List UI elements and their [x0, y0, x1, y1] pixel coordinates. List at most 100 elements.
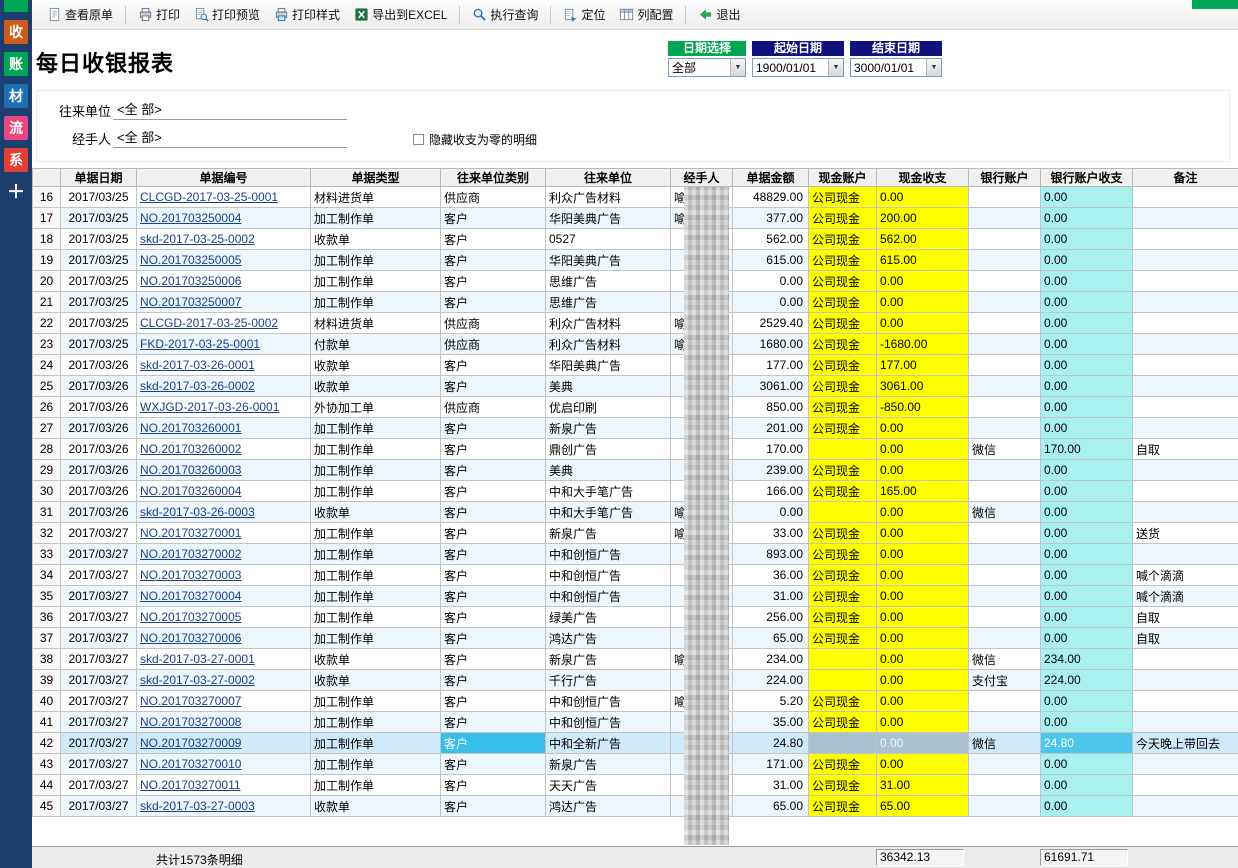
- table-row[interactable]: 162017/03/25CLCGD-2017-03-25-0001材料进货单供应…: [33, 187, 1238, 208]
- doc-no-link[interactable]: NO.201703270001: [140, 526, 241, 540]
- cell-cash-flow[interactable]: 562.00: [877, 229, 969, 250]
- cell-amount[interactable]: 850.00: [733, 397, 809, 418]
- cell-partner[interactable]: 优启印刷: [546, 397, 671, 418]
- cell-note[interactable]: [1133, 208, 1238, 229]
- cell-bank-flow[interactable]: 24.80: [1041, 733, 1133, 754]
- column-header-4[interactable]: 往来单位类别: [441, 169, 546, 187]
- cell-amount[interactable]: 35.00: [733, 712, 809, 733]
- cell-doc-date[interactable]: 2017/03/25: [61, 271, 137, 292]
- cell-row-number[interactable]: 17: [33, 208, 61, 229]
- cell-cash-flow[interactable]: 0.00: [877, 691, 969, 712]
- cell-partner-type[interactable]: 供应商: [441, 313, 546, 334]
- chevron-down-icon[interactable]: ▼: [926, 59, 941, 76]
- cell-doc-date[interactable]: 2017/03/26: [61, 460, 137, 481]
- cell-doc-date[interactable]: 2017/03/25: [61, 187, 137, 208]
- cell-bank-flow[interactable]: 0.00: [1041, 397, 1133, 418]
- cell-row-number[interactable]: 18: [33, 229, 61, 250]
- cell-doc-type[interactable]: 加工制作单: [311, 712, 441, 733]
- cell-doc-no[interactable]: NO.201703270010: [137, 754, 311, 775]
- cell-doc-type[interactable]: 加工制作单: [311, 271, 441, 292]
- cell-bank-flow[interactable]: 0.00: [1041, 712, 1133, 733]
- cell-amount[interactable]: 170.00: [733, 439, 809, 460]
- cell-note[interactable]: [1133, 355, 1238, 376]
- cell-partner[interactable]: 新泉广告: [546, 523, 671, 544]
- cell-bank-flow[interactable]: 0.00: [1041, 565, 1133, 586]
- cell-amount[interactable]: 2529.40: [733, 313, 809, 334]
- cell-amount[interactable]: 36.00: [733, 565, 809, 586]
- cell-partner[interactable]: 华阳美典广告: [546, 355, 671, 376]
- cell-bank-account[interactable]: [969, 481, 1041, 502]
- date-filter-combo-1[interactable]: 1900/01/01▼: [752, 58, 844, 77]
- cell-row-number[interactable]: 23: [33, 334, 61, 355]
- cell-bank-account[interactable]: [969, 313, 1041, 334]
- cell-cash-account[interactable]: 公司现金: [809, 418, 877, 439]
- table-row[interactable]: 342017/03/27NO.201703270003加工制作单客户中和创恒广告…: [33, 565, 1238, 586]
- cell-cash-flow[interactable]: 0.00: [877, 460, 969, 481]
- cell-bank-account[interactable]: [969, 544, 1041, 565]
- cell-partner[interactable]: 中和大手笔广告: [546, 502, 671, 523]
- cell-doc-no[interactable]: NO.201703270004: [137, 586, 311, 607]
- doc-no-link[interactable]: skd-2017-03-27-0001: [140, 652, 255, 666]
- partner-filter-value[interactable]: <全 部>: [113, 99, 347, 120]
- cell-row-number[interactable]: 33: [33, 544, 61, 565]
- cell-partner-type[interactable]: 客户: [441, 565, 546, 586]
- cell-row-number[interactable]: 39: [33, 670, 61, 691]
- cell-bank-account[interactable]: [969, 376, 1041, 397]
- cell-row-number[interactable]: 44: [33, 775, 61, 796]
- cell-doc-type[interactable]: 加工制作单: [311, 292, 441, 313]
- cell-partner[interactable]: 新泉广告: [546, 418, 671, 439]
- cell-bank-account[interactable]: 微信: [969, 649, 1041, 670]
- cell-doc-date[interactable]: 2017/03/27: [61, 628, 137, 649]
- cell-amount[interactable]: 0.00: [733, 502, 809, 523]
- cell-doc-no[interactable]: skd-2017-03-26-0001: [137, 355, 311, 376]
- cell-note[interactable]: [1133, 292, 1238, 313]
- column-header-corner[interactable]: [33, 169, 61, 187]
- cell-partner-type[interactable]: 客户: [441, 607, 546, 628]
- cell-bank-account[interactable]: [969, 334, 1041, 355]
- cell-doc-date[interactable]: 2017/03/25: [61, 250, 137, 271]
- cell-bank-account[interactable]: [969, 250, 1041, 271]
- cell-cash-flow[interactable]: 3061.00: [877, 376, 969, 397]
- table-row[interactable]: 452017/03/27skd-2017-03-27-0003收款单客户鸿达广告…: [33, 796, 1238, 817]
- handler-filter-value[interactable]: <全 部>: [113, 127, 347, 148]
- doc-no-link[interactable]: NO.201703250005: [140, 253, 241, 267]
- cell-doc-no[interactable]: FKD-2017-03-25-0001: [137, 334, 311, 355]
- toolbar-button-print[interactable]: 打印: [131, 2, 187, 27]
- cell-note[interactable]: [1133, 229, 1238, 250]
- cell-doc-no[interactable]: NO.201703260003: [137, 460, 311, 481]
- cell-note[interactable]: [1133, 712, 1238, 733]
- cell-bank-account[interactable]: [969, 229, 1041, 250]
- cell-doc-no[interactable]: NO.201703270002: [137, 544, 311, 565]
- cell-doc-no[interactable]: NO.201703250005: [137, 250, 311, 271]
- cell-note[interactable]: 自取: [1133, 628, 1238, 649]
- cell-row-number[interactable]: 34: [33, 565, 61, 586]
- cell-row-number[interactable]: 26: [33, 397, 61, 418]
- cell-doc-date[interactable]: 2017/03/27: [61, 544, 137, 565]
- cell-doc-type[interactable]: 材料进货单: [311, 187, 441, 208]
- cell-cash-account[interactable]: 公司现金: [809, 208, 877, 229]
- cell-row-number[interactable]: 20: [33, 271, 61, 292]
- cell-cash-flow[interactable]: 200.00: [877, 208, 969, 229]
- cell-amount[interactable]: 31.00: [733, 586, 809, 607]
- toolbar-button-exit[interactable]: 退出: [691, 2, 747, 27]
- cell-cash-account[interactable]: 公司现金: [809, 292, 877, 313]
- cell-partner-type[interactable]: 客户: [441, 586, 546, 607]
- date-filter-combo-2[interactable]: 3000/01/01▼: [850, 58, 942, 77]
- table-row[interactable]: 282017/03/26NO.201703260002加工制作单客户鼎创广告17…: [33, 439, 1238, 460]
- cell-doc-type[interactable]: 加工制作单: [311, 439, 441, 460]
- cell-doc-type[interactable]: 加工制作单: [311, 691, 441, 712]
- cell-bank-account[interactable]: 微信: [969, 439, 1041, 460]
- doc-no-link[interactable]: NO.201703270006: [140, 631, 241, 645]
- cell-cash-flow[interactable]: 0.00: [877, 523, 969, 544]
- cell-cash-flow[interactable]: 615.00: [877, 250, 969, 271]
- cell-cash-flow[interactable]: 0.00: [877, 544, 969, 565]
- cell-bank-account[interactable]: [969, 775, 1041, 796]
- cell-row-number[interactable]: 38: [33, 649, 61, 670]
- cell-doc-type[interactable]: 收款单: [311, 670, 441, 691]
- cell-doc-no[interactable]: skd-2017-03-25-0002: [137, 229, 311, 250]
- cell-bank-account[interactable]: [969, 565, 1041, 586]
- table-row[interactable]: 202017/03/25NO.201703250006加工制作单客户思维广告0.…: [33, 271, 1238, 292]
- cell-amount[interactable]: 33.00: [733, 523, 809, 544]
- cell-cash-account[interactable]: [809, 502, 877, 523]
- cell-note[interactable]: [1133, 397, 1238, 418]
